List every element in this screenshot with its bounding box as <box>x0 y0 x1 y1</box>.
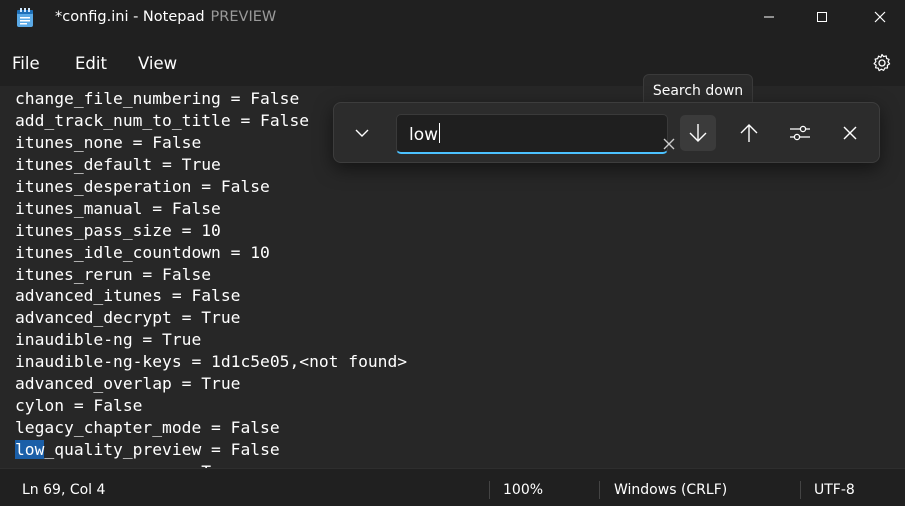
maximize-button[interactable] <box>799 0 845 34</box>
status-bar: Ln 69, Col 4 100% Windows (CRLF) UTF-8 <box>0 468 905 506</box>
close-icon <box>874 11 886 23</box>
sliders-icon <box>790 125 810 141</box>
close-window-button[interactable] <box>857 0 903 34</box>
search-options-button[interactable] <box>782 115 818 151</box>
text-line: itunes_manual = False <box>15 198 221 218</box>
text-line: itunes_desperation = False <box>15 176 270 196</box>
expand-replace-button[interactable] <box>344 115 380 151</box>
title-bar: *config.ini - Notepad PREVIEW <box>0 0 905 36</box>
encoding[interactable]: UTF-8 <box>814 482 855 498</box>
search-down-button[interactable] <box>680 115 716 151</box>
menu-bar: File Edit View <box>0 44 905 84</box>
text-line-partial: = True <box>15 461 407 468</box>
search-up-button[interactable] <box>731 115 767 151</box>
text-line: advanced_decrypt = True <box>15 308 241 328</box>
window-title-text: *config.ini - Notepad <box>55 9 205 25</box>
window-title: *config.ini - Notepad PREVIEW <box>55 9 276 25</box>
gear-icon <box>873 53 891 72</box>
find-bar: low <box>333 102 880 163</box>
text-line-current: low_quality_preview = False <box>15 439 407 461</box>
search-match-highlight: low <box>15 440 45 459</box>
text-line-rest: _quality_preview = False <box>44 440 280 459</box>
chevron-down-icon <box>355 129 369 137</box>
text-caret <box>439 123 441 143</box>
line-endings[interactable]: Windows (CRLF) <box>614 482 727 498</box>
minimize-icon <box>764 16 774 18</box>
close-find-button[interactable] <box>832 115 868 151</box>
clear-search-button[interactable] <box>659 134 679 154</box>
text-line: itunes_idle_countdown = 10 <box>15 242 270 262</box>
status-divider <box>800 481 801 499</box>
arrow-down-icon <box>689 124 707 142</box>
close-icon <box>843 126 857 140</box>
text-line: legacy_chapter_mode = False <box>15 418 280 438</box>
text-line: cylon = False <box>15 396 143 416</box>
text-line: inaudible-ng = True <box>15 330 202 350</box>
text-line: advanced_overlap = True <box>15 374 241 394</box>
settings-button[interactable] <box>869 50 895 76</box>
menu-view[interactable]: View <box>138 54 177 73</box>
text-line: itunes_rerun = False <box>15 264 212 284</box>
close-icon <box>663 138 675 150</box>
preview-badge: PREVIEW <box>210 9 277 25</box>
status-divider <box>599 481 600 499</box>
menu-edit[interactable]: Edit <box>75 54 107 73</box>
arrow-up-icon <box>740 124 758 142</box>
text-line: itunes_pass_size = 10 <box>15 220 221 240</box>
cursor-position: Ln 69, Col 4 <box>22 482 106 498</box>
notepad-app-icon <box>16 8 34 28</box>
text-line: inaudible-ng-keys = 1d1c5e05,<not found> <box>15 352 408 372</box>
find-input-value: low <box>409 125 439 145</box>
zoom-level[interactable]: 100% <box>503 482 543 498</box>
minimize-button[interactable] <box>746 0 792 34</box>
menu-file[interactable]: File <box>12 54 40 73</box>
find-input[interactable]: low <box>396 114 715 154</box>
text-line: advanced_itunes = False <box>15 286 241 306</box>
status-divider <box>489 481 490 499</box>
maximize-icon <box>817 12 827 22</box>
